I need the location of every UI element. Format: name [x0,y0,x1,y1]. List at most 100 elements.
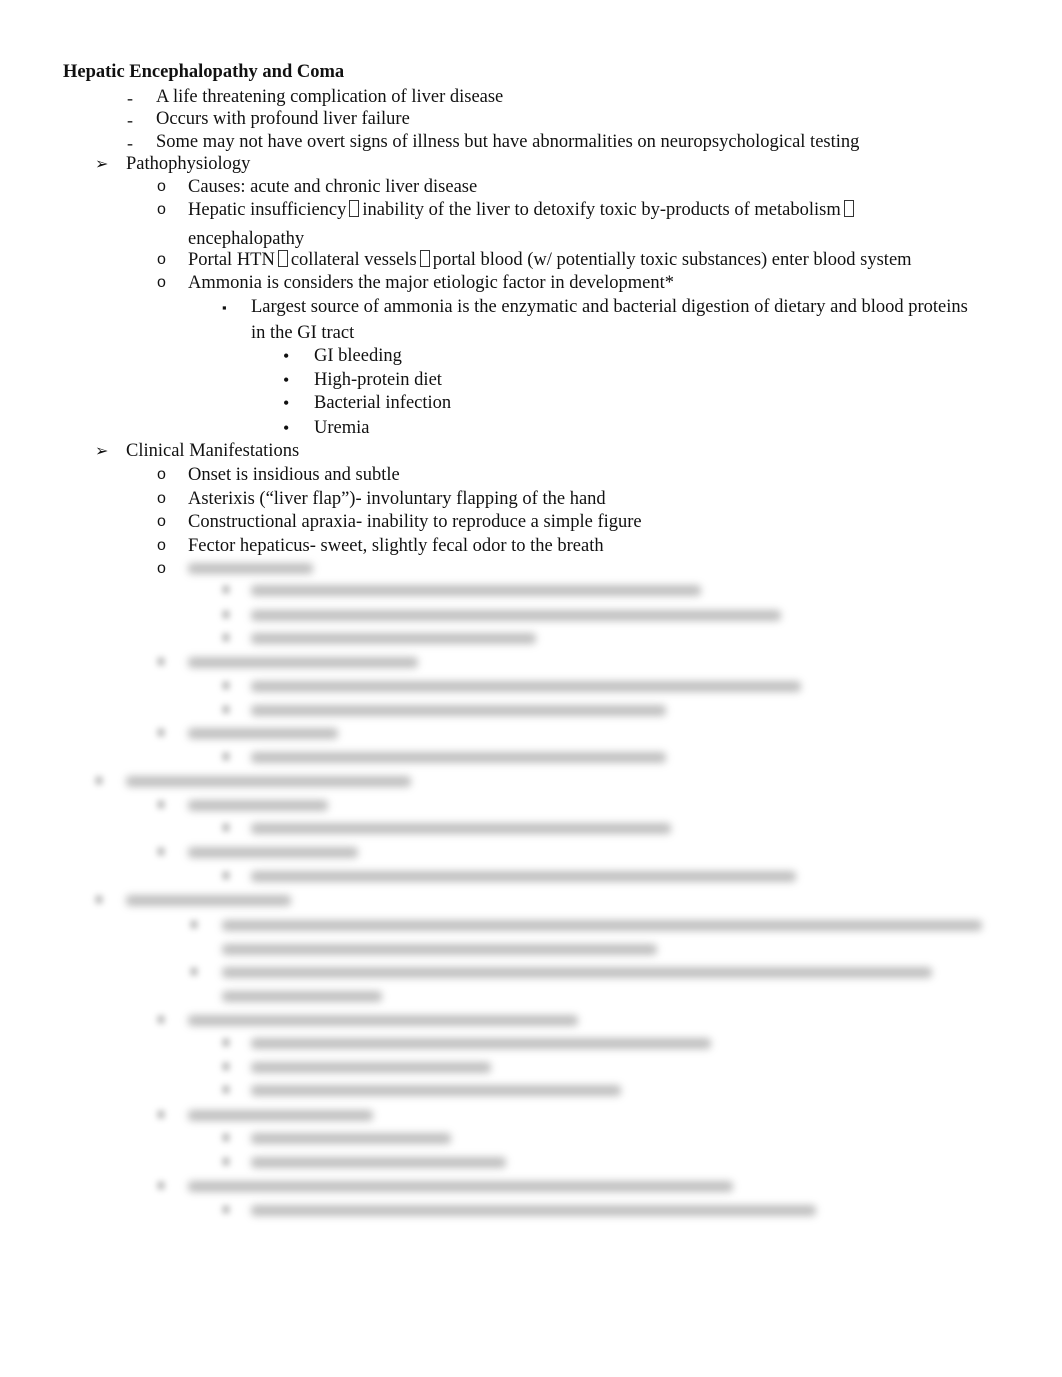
list-item-continuation: in the GI tract [251,323,355,343]
item-text: inability of the liver to detoxify toxic… [362,200,841,220]
arrow-bullet-icon: ➢ [95,443,109,460]
blurred-line [251,871,796,882]
list-item: GI bleeding [314,346,402,366]
arrow-bullet-icon: ➢ [95,156,109,173]
blurred-line [251,1062,491,1073]
missing-glyph-arrow-icon [843,200,854,217]
blurred-line [251,1133,451,1144]
list-item: Largest source of ammonia is the enzymat… [251,297,968,317]
blurred-line [188,800,328,811]
blurred-bullet [222,633,230,642]
circle-bullet-icon: o [157,560,166,577]
blurred-line [251,610,781,621]
item-text: collateral vessels [290,250,417,270]
blurred-bullet [222,1085,230,1094]
blurred-line [251,1038,711,1049]
circle-bullet-icon: o [157,513,166,530]
circle-bullet-icon: o [157,466,166,483]
blurred-bullet [222,585,230,594]
list-item: Ammonia is considers the major etiologic… [188,273,675,293]
list-item: Bacterial infection [314,393,452,413]
item-text: portal blood (w/ potentially toxic subst… [432,250,912,270]
document-title: Hepatic Encephalopathy and Coma [63,62,345,82]
blurred-line [126,895,291,906]
blurred-bullet [222,1062,230,1071]
circle-bullet-icon: o [157,201,166,218]
circle-bullet-icon: o [157,490,166,507]
blurred-bullet [222,871,230,880]
dot-bullet-icon: • [283,346,290,366]
dash-bullet-icon: - [127,88,133,108]
blurred-line [188,1110,373,1121]
missing-glyph-arrow-icon [419,250,430,267]
blurred-bullet [157,1181,165,1190]
missing-glyph-arrow-icon [349,200,360,217]
circle-bullet-icon: o [157,537,166,554]
blurred-bullet [157,800,165,809]
blurred-line [251,681,801,692]
blurred-line [251,1085,621,1096]
dot-bullet-icon: • [283,370,290,390]
blurred-line [222,920,982,931]
blurred-line [188,1015,578,1026]
blurred-line [251,1157,506,1168]
item-text: Portal HTN [188,250,275,270]
blurred-line [222,991,382,1002]
blurred-line [188,1181,733,1192]
blurred-bullet [222,1038,230,1047]
list-item: Portal HTN collateral vessels portal blood… [188,249,912,271]
blurred-bullet [157,1110,165,1119]
dot-bullet-icon: • [283,393,290,413]
blurred-bullet [190,920,198,929]
intro-item: A life threatening complication of liver… [156,87,504,107]
blurred-bullet [222,1205,230,1214]
item-text: Hepatic insufficiency [188,200,347,220]
blurred-bullet [95,776,103,785]
blurred-line [251,823,671,834]
blurred-line [188,563,313,574]
dash-bullet-icon: - [127,110,133,130]
blurred-bullet [222,823,230,832]
blurred-line [188,728,338,739]
list-item: Causes: acute and chronic liver disease [188,177,478,197]
list-item: Uremia [314,418,370,438]
blurred-line [222,967,932,978]
list-item-continuation: encephalopathy [188,229,305,249]
blurred-bullet [157,728,165,737]
circle-bullet-icon: o [157,178,166,195]
dash-bullet-icon: - [127,133,133,153]
list-item: Onset is insidious and subtle [188,465,400,485]
intro-item: Some may not have overt signs of illness… [156,132,860,152]
blurred-line [251,1205,816,1216]
blurred-line [222,944,657,955]
blurred-line [251,705,666,716]
blurred-bullet [222,610,230,619]
blurred-bullet [190,967,198,976]
blurred-bullet [157,847,165,856]
intro-item: Occurs with profound liver failure [156,109,410,129]
missing-glyph-arrow-icon [277,250,288,267]
blurred-bullet [222,681,230,690]
dot-bullet-icon: • [283,418,290,438]
blurred-bullet [222,1133,230,1142]
list-item: High-protein diet [314,370,442,390]
blurred-bullet [157,657,165,666]
blurred-bullet [157,1015,165,1024]
list-item: Fector hepaticus- sweet, slightly fecal … [188,536,604,556]
section-heading: Clinical Manifestations [126,441,300,461]
circle-bullet-icon: o [157,274,166,291]
list-item: Constructional apraxia- inability to rep… [188,512,642,532]
section-heading: Pathophysiology [126,154,251,174]
blurred-line [188,847,358,858]
blurred-line [251,585,701,596]
blurred-line [188,657,418,668]
list-item: Hepatic insufficiency inability of the li… [188,199,857,221]
square-bullet-icon: ▪ [222,300,227,315]
blurred-bullet [222,1157,230,1166]
blurred-bullet [222,752,230,761]
blurred-bullet [95,895,103,904]
blurred-line [126,776,411,787]
list-item: Asterixis (“liver flap”)- involuntary fl… [188,489,606,509]
blurred-line [251,752,666,763]
blurred-line [251,633,536,644]
